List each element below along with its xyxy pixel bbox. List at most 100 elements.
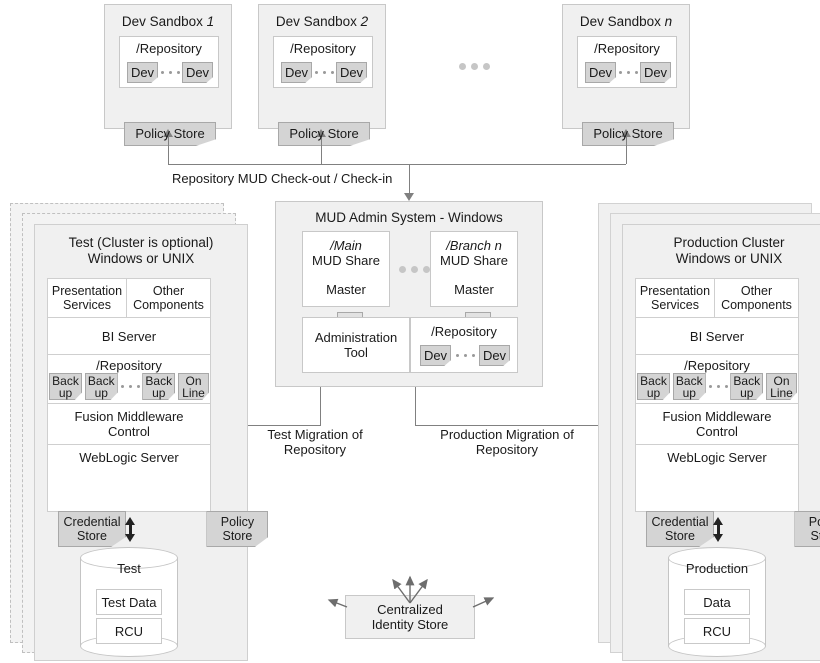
repository-label: /Repository <box>290 41 356 56</box>
doc-label: Back up <box>145 373 173 400</box>
doc-label: Back up <box>675 373 703 400</box>
prod-db-row: RCU <box>684 618 750 644</box>
doc-label: Back up <box>52 373 79 400</box>
backup-doc[interactable]: Back up <box>672 373 710 404</box>
test-weblogic-server: WebLogic Server <box>47 444 211 512</box>
test-other-components[interactable]: Other Components <box>126 278 211 318</box>
mud-share-main: /Main MUD Share Master <box>302 231 390 342</box>
dev-sandbox-n-policy-store[interactable]: Policy Store <box>582 122 678 150</box>
prod-fusion-middleware-control[interactable]: Fusion Middleware Control <box>635 403 799 445</box>
ellipsis-dots <box>708 385 728 388</box>
test-db-label: Test <box>117 561 141 576</box>
test-fusion-middleware-control[interactable]: Fusion Middleware Control <box>47 403 211 445</box>
presentation-services-label: Presentation Services <box>51 284 123 312</box>
master-doc-label: Master <box>326 282 366 297</box>
test-migration-label: Test Migration of Repository <box>267 427 363 457</box>
doc-label: Back up <box>640 373 667 400</box>
credential-store-label: Credential Store <box>651 515 709 543</box>
backup-doc[interactable]: Back up <box>84 373 122 404</box>
policy-store-label: Policy Store <box>593 126 663 141</box>
policy-store-label: Policy Store <box>289 126 359 141</box>
test-presentation-services[interactable]: Presentation Services <box>47 278 127 318</box>
backup-doc[interactable]: Back up <box>49 373 86 404</box>
test-credential-store[interactable]: Credential Store <box>58 511 130 551</box>
arrow-down-mud-admin <box>404 193 414 201</box>
dev-repository-doc[interactable]: Dev <box>336 62 371 87</box>
prod-database-cylinder: Production Data RCU <box>668 547 766 657</box>
dev-sandbox-n-repository: /Repository Dev Dev <box>577 36 677 88</box>
repository-label: /Repository <box>684 358 750 373</box>
backup-doc[interactable]: Back up <box>142 373 180 404</box>
bi-server-label: BI Server <box>689 328 745 344</box>
doc-label: Dev <box>339 64 364 80</box>
prod-presentation-services[interactable]: Presentation Services <box>635 278 715 318</box>
test-database-cylinder: Test Test Data RCU <box>80 547 178 657</box>
weblogic-label: WebLogic Server <box>79 450 179 465</box>
ellipsis-dots <box>618 71 638 74</box>
dev-repository-doc[interactable]: Dev <box>420 345 455 370</box>
sandbox-title-text: Dev Sandbox <box>275 14 361 29</box>
dev-sandbox-2-policy-store[interactable]: Policy Store <box>278 122 374 150</box>
mud-share-label: MUD Share <box>312 253 380 268</box>
checkin-checkout-label: Repository MUD Check-out / Check-in <box>172 171 393 186</box>
dev-sandbox-1-repository: /Repository Dev Dev <box>119 36 219 88</box>
sandbox-title-index: 2 <box>360 14 369 29</box>
online-doc[interactable]: On Line <box>766 373 801 404</box>
dev-sandbox-1-policy-store[interactable]: Policy Store <box>124 122 220 150</box>
dev-repository-doc[interactable]: Dev <box>640 62 675 87</box>
dev-repository-doc[interactable]: Dev <box>127 62 162 87</box>
sandbox-title-text: Dev Sandbox <box>121 14 207 29</box>
dev-sandbox-1-title: Dev Sandbox 1 <box>105 14 231 30</box>
prod-env-title-line2: Windows or UNIX <box>675 251 783 266</box>
mud-share-branch: /Branch n MUD Share Master <box>430 231 518 342</box>
prod-bi-server[interactable]: BI Server <box>635 317 799 355</box>
dev-repository-doc[interactable]: Dev <box>479 345 514 370</box>
backup-doc[interactable]: Back up <box>637 373 674 404</box>
dev-sandbox-n-title: Dev Sandbox n <box>563 14 689 30</box>
administration-tool-box[interactable]: Administration Tool <box>302 317 410 373</box>
doc-label: Dev <box>643 64 668 80</box>
test-env-panel: Test (Cluster is optional) Windows or UN… <box>34 224 273 661</box>
prod-db-row: Data <box>684 589 750 615</box>
dev-repository-doc[interactable]: Dev <box>182 62 217 87</box>
doc-label: Back up <box>733 373 761 400</box>
prod-credential-store[interactable]: Credential Store <box>646 511 718 551</box>
dev-sandbox-1-panel: Dev Sandbox 1 /Repository Dev Dev Policy… <box>104 4 232 150</box>
doc-label: Dev <box>284 64 309 80</box>
dev-sandbox-n-panel: Dev Sandbox n /Repository Dev Dev Policy… <box>562 4 690 150</box>
sandbox-title-text: Dev Sandbox <box>579 14 665 29</box>
sandbox-title-index: n <box>664 14 673 29</box>
mud-share-path: /Main <box>330 238 362 253</box>
prod-env-title-line1: Production Cluster <box>673 235 785 250</box>
test-bi-server[interactable]: BI Server <box>47 317 211 355</box>
mud-admin-system-panel: MUD Admin System - Windows /Main MUD Sha… <box>275 201 543 387</box>
prod-env-panel: Production Cluster Windows or UNIX Prese… <box>622 224 820 661</box>
backup-doc[interactable]: Back up <box>730 373 768 404</box>
fusion-middleware-label: Fusion Middleware Control <box>74 409 184 439</box>
dev-repository-doc[interactable]: Dev <box>281 62 316 87</box>
test-env-title-line2: Windows or UNIX <box>87 251 195 266</box>
prod-policy-store[interactable]: Policy Store <box>794 511 820 551</box>
mud-share-ellipsis-dots <box>399 266 430 273</box>
doc-label: Dev <box>185 64 210 80</box>
policy-store-label: Policy Store <box>220 515 255 543</box>
repository-label: /Repository <box>594 41 660 56</box>
test-db-row: RCU <box>96 618 162 644</box>
prod-migration-down-line <box>415 387 416 425</box>
test-env-title-line1: Test (Cluster is optional) <box>68 235 214 250</box>
ellipsis-dots <box>314 71 334 74</box>
policy-store-label: Policy Store <box>808 515 820 543</box>
architecture-diagram: Dev Sandbox 1 /Repository Dev Dev Policy… <box>0 0 820 663</box>
online-doc[interactable]: On Line <box>178 373 213 404</box>
mud-admin-repository: /Repository Dev Dev <box>410 317 518 373</box>
mud-share-path: /Branch n <box>446 238 502 253</box>
doc-label: Dev <box>482 347 507 363</box>
test-policy-store[interactable]: Policy Store <box>206 511 273 551</box>
credential-store-label: Credential Store <box>63 515 121 543</box>
dev-repository-doc[interactable]: Dev <box>585 62 620 87</box>
repository-label: /Repository <box>431 324 497 339</box>
master-doc-label: Master <box>454 282 494 297</box>
prod-other-components[interactable]: Other Components <box>714 278 799 318</box>
doc-label: Dev <box>130 64 155 80</box>
dev-sandbox-2-panel: Dev Sandbox 2 /Repository Dev Dev Policy… <box>258 4 386 150</box>
